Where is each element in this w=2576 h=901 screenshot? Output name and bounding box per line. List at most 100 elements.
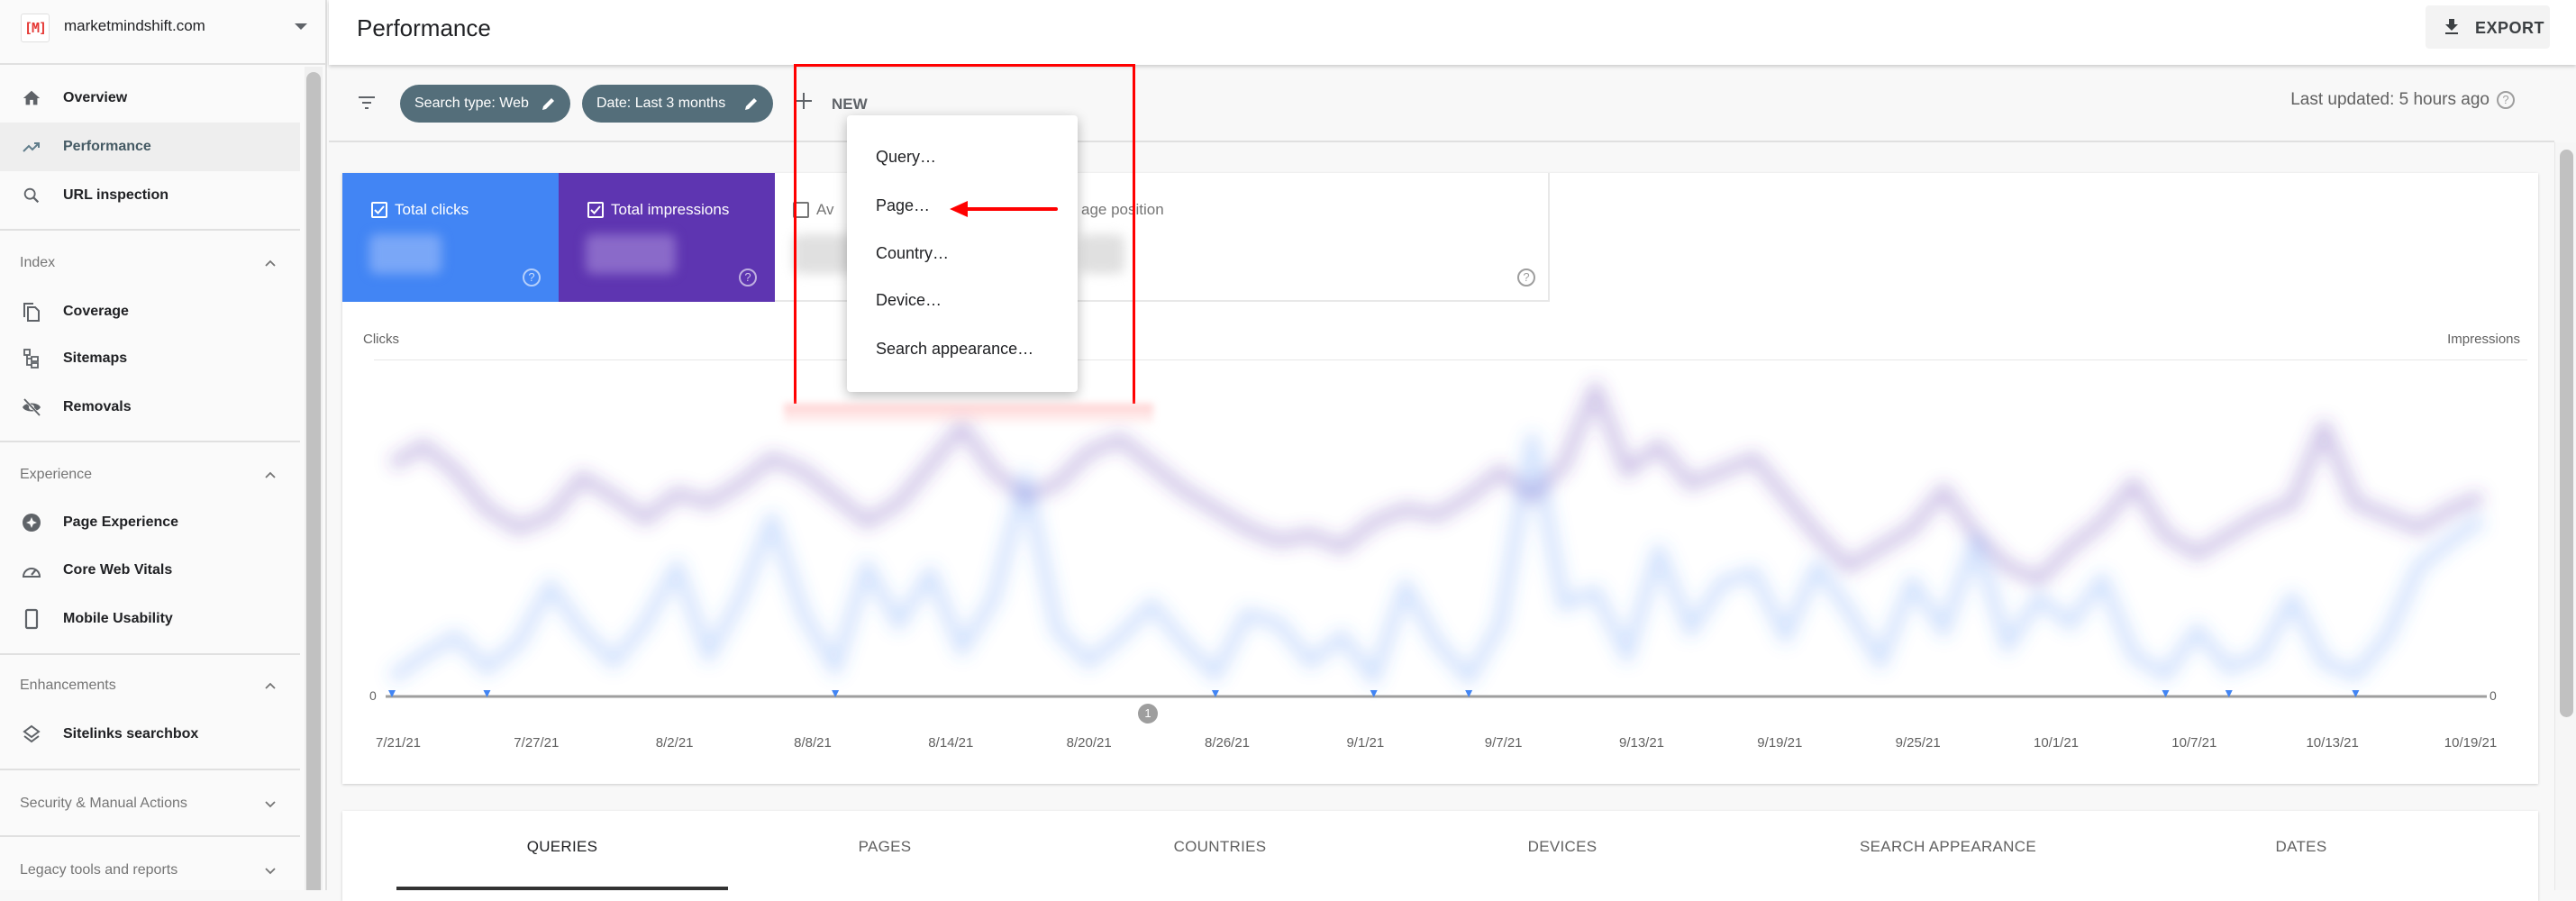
section-title: Security & Manual Actions [20, 796, 187, 811]
sidebar-item-label: Coverage [63, 304, 129, 319]
property-selector[interactable]: [M] marketmindshift.com [0, 0, 325, 65]
home-icon [20, 86, 43, 110]
eye-off-icon [20, 396, 43, 419]
sidebar-item-page-experience[interactable]: Page Experience [0, 498, 300, 547]
x-tick-label: 10/7/21 [2171, 735, 2217, 751]
divider [0, 229, 300, 231]
section-enhancements-header[interactable]: Enhancements [0, 664, 300, 709]
sidebar-item-label: Removals [63, 399, 132, 414]
sidebar-item-url-inspection[interactable]: URL inspection [0, 171, 300, 220]
page-scrollbar-thumb[interactable] [2560, 150, 2573, 717]
menu-item-query[interactable]: Query… [847, 133, 1078, 180]
sidebar-scrollbar-thumb[interactable] [306, 72, 321, 890]
tab-dates[interactable]: DATES [2276, 838, 2327, 856]
chart-annotation-marker[interactable]: 1 [1138, 704, 1158, 724]
help-icon[interactable]: ? [2497, 90, 2515, 109]
chevron-up-icon [261, 466, 279, 484]
chevron-up-icon [261, 677, 279, 695]
phone-icon [20, 607, 43, 631]
sidebar: [M] marketmindshift.com Overview Perform… [0, 0, 327, 890]
tab-search-appearance[interactable]: SEARCH APPEARANCE [1860, 838, 2036, 856]
edit-pencil-icon [742, 95, 760, 113]
export-button[interactable]: EXPORT [2426, 5, 2550, 49]
sidebar-item-label: Performance [63, 139, 151, 154]
sidebar-item-removals[interactable]: Removals [0, 383, 300, 432]
section-security-header[interactable]: Security & Manual Actions [0, 782, 300, 827]
performance-chart-card: Total clicks ? Total impressions ? Av ag… [342, 173, 2538, 784]
sidebar-item-performance[interactable]: Performance [0, 123, 300, 171]
caret-down-icon[interactable] [295, 23, 307, 30]
sidebar-item-core-web-vitals[interactable]: Core Web Vitals [0, 546, 300, 595]
sidebar-item-label: Page Experience [63, 514, 179, 530]
search-icon [20, 184, 43, 207]
menu-item-search-appearance[interactable]: Search appearance… [847, 325, 1078, 372]
filter-bar: Search type: Web Date: Last 3 months NEW… [329, 65, 2554, 142]
date-range-chip[interactable]: Date: Last 3 months [582, 85, 773, 123]
x-tick-label: 9/1/21 [1346, 735, 1385, 751]
menu-item-label: Device… [876, 291, 942, 309]
x-tick-label: 10/19/21 [2444, 735, 2498, 751]
sidebar-item-label: URL inspection [63, 187, 169, 203]
tab-countries[interactable]: COUNTRIES [1174, 838, 1267, 856]
plus-icon [794, 90, 817, 114]
menu-item-device[interactable]: Device… [847, 277, 1078, 323]
tab-queries[interactable]: QUERIES [527, 838, 598, 856]
tab-pages[interactable]: PAGES [859, 838, 912, 856]
sidebar-item-mobile-usability[interactable]: Mobile Usability [0, 595, 300, 643]
sidebar-item-label: Sitemaps [63, 350, 128, 366]
dimension-tabs: QUERIES PAGES COUNTRIES DEVICES SEARCH A… [342, 811, 2538, 901]
page-title: Performance [357, 14, 491, 41]
section-title: Legacy tools and reports [20, 862, 178, 878]
sitemap-icon [20, 347, 43, 370]
last-updated-status: Last updated: 5 hours ago? [2290, 90, 2515, 110]
sidebar-item-overview[interactable]: Overview [0, 74, 300, 123]
x-tick-label: 7/27/21 [514, 735, 560, 751]
chip-label: Date: Last 3 months [596, 96, 726, 111]
line-chart[interactable] [342, 173, 2538, 784]
property-name: marketmindshift.com [64, 17, 205, 34]
menu-item-country[interactable]: Country… [847, 230, 1078, 277]
chevron-up-icon [261, 254, 279, 272]
page-header: Performance EXPORT [329, 0, 2576, 65]
x-tick-label: 9/19/21 [1757, 735, 1803, 751]
x-tick-label: 10/13/21 [2306, 735, 2359, 751]
section-index-header[interactable]: Index [0, 241, 300, 287]
sidebar-item-sitemaps[interactable]: Sitemaps [0, 334, 300, 383]
section-legacy-header[interactable]: Legacy tools and reports [0, 849, 300, 894]
x-tick-label: 8/14/21 [928, 735, 974, 751]
x-tick-label: 9/25/21 [1895, 735, 1941, 751]
section-title: Experience [20, 467, 93, 482]
x-tick-label: 8/2/21 [655, 735, 694, 751]
section-title: Enhancements [20, 678, 116, 693]
page-experience-icon [20, 511, 43, 534]
sidebar-item-sitelinks-searchbox[interactable]: Sitelinks searchbox [0, 710, 300, 759]
chip-label: Search type: Web [414, 96, 529, 111]
chevron-down-icon [261, 795, 279, 813]
menu-item-label: Country… [876, 244, 950, 262]
divider [0, 441, 300, 442]
menu-item-label: Query… [876, 148, 937, 166]
sidebar-item-label: Sitelinks searchbox [63, 726, 199, 742]
series-line-impressions [387, 381, 2485, 587]
new-filter-label: NEW [832, 96, 868, 113]
search-type-chip[interactable]: Search type: Web [400, 85, 570, 123]
section-experience-header[interactable]: Experience [0, 453, 300, 498]
layers-icon [20, 723, 43, 746]
x-tick-label: 9/13/21 [1618, 735, 1665, 751]
sidebar-item-label: Core Web Vitals [63, 562, 173, 578]
right-axis-zero-label: 0 [2490, 688, 2497, 703]
x-tick-label: 10/1/21 [2033, 735, 2080, 751]
divider [0, 769, 300, 770]
download-icon [2441, 16, 2462, 38]
active-tab-indicator [396, 887, 728, 890]
last-updated-text: Last updated: 5 hours ago [2290, 90, 2490, 109]
x-tick-label: 8/8/21 [794, 735, 832, 751]
highlight-box-fade [784, 404, 1153, 427]
tab-devices[interactable]: DEVICES [1528, 838, 1597, 856]
filter-icon[interactable] [356, 92, 378, 114]
trending-up-icon [20, 135, 43, 159]
sidebar-item-coverage[interactable]: Coverage [0, 287, 300, 336]
x-tick-label: 8/20/21 [1066, 735, 1112, 751]
chevron-down-icon [261, 861, 279, 879]
series-line-clicks [387, 432, 2487, 686]
